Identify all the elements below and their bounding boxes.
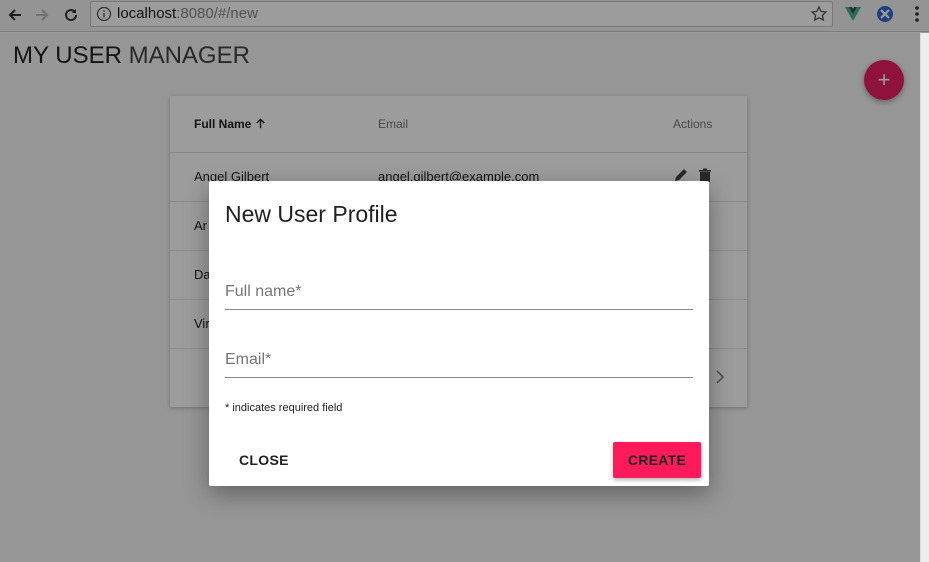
email-field bbox=[225, 342, 693, 378]
required-field-hint: * indicates required field bbox=[225, 402, 343, 414]
new-user-dialog: New User Profile * indicates required fi… bbox=[209, 181, 709, 486]
full-name-field bbox=[225, 274, 693, 310]
create-button[interactable]: CREATE bbox=[613, 442, 701, 478]
dialog-title: New User Profile bbox=[225, 201, 398, 227]
full-name-input[interactable] bbox=[225, 274, 693, 309]
email-input[interactable] bbox=[225, 342, 693, 377]
page-scrollbar[interactable] bbox=[920, 33, 929, 562]
close-button[interactable]: CLOSE bbox=[225, 442, 303, 478]
